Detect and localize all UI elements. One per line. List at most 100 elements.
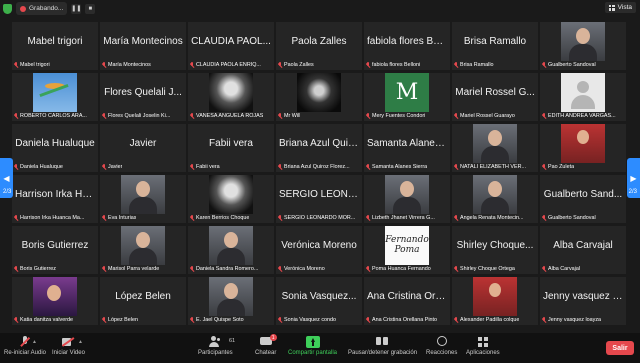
muted-mic-icon — [278, 62, 282, 68]
reactions-label: Reacciones — [426, 350, 458, 356]
participant-tile[interactable]: EDITH ANDREA VARGAS... — [540, 73, 626, 121]
participant-photo — [209, 226, 253, 265]
muted-mic-icon — [366, 215, 370, 221]
participant-tile[interactable]: Brisa Ramallo Brisa Ramallo — [452, 22, 538, 70]
participant-tile[interactable]: Jenny vasquez l... Jenny vasquez loayza — [540, 277, 626, 325]
leave-button[interactable]: Salir — [606, 341, 634, 355]
participant-tile[interactable]: Mabel trigori Mabel trigori — [12, 22, 98, 70]
muted-mic-icon — [102, 62, 106, 68]
participant-name-label: Eva Inturias — [102, 215, 136, 221]
participant-name-label: Verónica Moreno — [278, 266, 325, 272]
participant-tile[interactable]: Karen Berrios Choque — [188, 175, 274, 223]
participant-tile[interactable]: Briana Azul Quir... Briana Azul Quiroz Fl… — [276, 124, 362, 172]
muted-mic-icon — [190, 62, 194, 68]
apps-button[interactable]: Aplicaciones — [466, 336, 500, 356]
view-button[interactable]: Vista — [604, 2, 636, 13]
participant-tile[interactable]: Gualberto Sand... Gualberto Sandoval — [540, 175, 626, 223]
participant-tile[interactable]: SERGIO LEONA... SERGIO LEONARDO MOR... — [276, 175, 362, 223]
pause-stop-recording-label: Pausar/detener grabación — [348, 350, 418, 356]
reactions-button[interactable]: Reacciones — [426, 336, 457, 356]
participant-tile[interactable]: Verónica Moreno Verónica Moreno — [276, 226, 362, 274]
participant-tile[interactable]: fabiola flores Be... fabiola flores Bello… — [364, 22, 450, 70]
participant-tile[interactable]: Sonia Vasquez... Sonia Vasquez condo — [276, 277, 362, 325]
audio-options-caret-icon[interactable]: ▲ — [32, 339, 37, 345]
participant-tile[interactable]: Lizbeth Jhanet Virrera G... — [364, 175, 450, 223]
participant-name-text: Harrison Irka Huanca Ma... — [20, 215, 85, 221]
gallery-grid: Mabel trigori Mabel trigori María Montecin… — [12, 22, 626, 325]
participant-name-text: Briana Azul Quiroz Florez... — [284, 164, 350, 170]
participant-name-label: Shirley Choque Ortega — [454, 266, 515, 272]
security-shield-icon[interactable] — [3, 3, 12, 14]
participant-tile[interactable]: ROBERTO CARLOS ARA... — [12, 73, 98, 121]
participant-name-text: CLAUDIA PAOLA ENRIQ... — [196, 62, 261, 68]
chat-badge: 1 — [269, 334, 277, 341]
muted-mic-icon — [454, 113, 458, 119]
participant-tile[interactable]: Eva Inturias — [100, 175, 186, 223]
participant-tile[interactable]: Fernando Poma Poma Huanca Fernando — [364, 226, 450, 274]
participant-tile[interactable]: Shirley Choque... Shirley Choque Ortega — [452, 226, 538, 274]
muted-mic-icon — [542, 113, 546, 119]
participant-tile[interactable]: Pao Zuleta — [540, 124, 626, 172]
participant-photo — [209, 175, 253, 214]
participant-tile[interactable]: Harrison Irka Hu... Harrison Irka Huanca … — [12, 175, 98, 223]
muted-mic-icon — [542, 266, 546, 272]
participant-name-text: María Montecinos — [108, 62, 151, 68]
participant-tile[interactable]: Gualberto Sandoval — [540, 22, 626, 70]
muted-mic-icon — [366, 62, 370, 68]
participant-display-name: Alba Carvajal — [553, 240, 613, 251]
participant-photo — [473, 277, 517, 316]
participant-name-text: Eva Inturias — [108, 215, 137, 221]
participant-tile[interactable]: Mr Will — [276, 73, 362, 121]
participant-tile[interactable]: Katia danitza valverde — [12, 277, 98, 325]
participant-tile[interactable]: Javier Javier — [100, 124, 186, 172]
participant-tile[interactable]: Marisol Parra velarde — [100, 226, 186, 274]
chevron-right-icon: ▶ — [630, 173, 637, 183]
participant-photo — [121, 175, 165, 214]
participant-display-name: Samanta Alanes... — [367, 138, 449, 149]
muted-mic-icon — [278, 215, 282, 221]
participant-tile[interactable]: Samanta Alanes... Samanta Alanes Sierra — [364, 124, 450, 172]
participant-tile[interactable]: VANESA ANGUELA ROJAS — [188, 73, 274, 121]
participant-display-name: Sonia Vasquez... — [281, 291, 357, 302]
participant-photo — [561, 22, 605, 61]
participant-tile[interactable]: Boris Gutierrez Boris Gutierrez — [12, 226, 98, 274]
participants-button[interactable]: Participantes — [198, 336, 233, 356]
muted-mic-icon — [190, 215, 194, 221]
participant-display-name: Fabii vera — [209, 138, 253, 149]
chat-button[interactable]: 1 Chatear — [255, 334, 277, 356]
participant-tile[interactable]: NATALI ELIZABETH VER... — [452, 124, 538, 172]
participant-tile[interactable]: Alexander Padilla colque — [452, 277, 538, 325]
participant-tile[interactable]: Daniela Hualuque Daniela Hualuque — [12, 124, 98, 172]
participant-tile[interactable]: Alba Carvajal Alba Carvajal — [540, 226, 626, 274]
participant-photo — [473, 124, 517, 163]
stop-recording-button[interactable]: ■ — [85, 3, 96, 14]
recording-indicator: Grabando... — [16, 2, 68, 15]
participant-tile[interactable]: Flores Quelali J... Flores Quelali Joseli… — [100, 73, 186, 121]
participant-tile[interactable]: Angela Renata Montecin... — [452, 175, 538, 223]
participant-name-label: Samanta Alanes Sierra — [366, 164, 427, 170]
participant-name-text: VANESA ANGUELA ROJAS — [196, 113, 264, 119]
participant-tile[interactable]: María Montecinos María Montecinos — [100, 22, 186, 70]
participant-tile[interactable]: M Mery Fuentes Condori — [364, 73, 450, 121]
participant-tile[interactable]: Fabii vera Fabii vera — [188, 124, 274, 172]
participant-photo: M — [385, 73, 429, 112]
share-screen-button[interactable]: Compartir pantalla — [288, 336, 337, 356]
participant-tile[interactable]: CLAUDIA PAOL... CLAUDIA PAOLA ENRIQ... — [188, 22, 274, 70]
participant-tile[interactable]: Paola Zalles Paola Zalles — [276, 22, 362, 70]
participant-name-text: Lizbeth Jhanet Virrera G... — [372, 215, 435, 221]
unmute-button[interactable]: Re-iniciar Audio — [4, 336, 46, 356]
start-video-label: Iniciar Video — [52, 350, 85, 356]
participant-name-text: Brisa Ramallo — [460, 62, 494, 68]
participant-tile[interactable]: López Belen López Belen — [100, 277, 186, 325]
participant-tile[interactable]: E. Jael Quispe Soto — [188, 277, 274, 325]
participant-name-text: Mariel Rossel Guarayo — [460, 113, 515, 119]
pause-recording-button[interactable]: ❚❚ — [71, 3, 81, 14]
participant-name-text: E. Jael Quispe Soto — [196, 317, 244, 323]
pause-stop-recording-button[interactable]: Pausar/detener grabación — [348, 336, 417, 356]
participant-name-label: Katia danitza valverde — [14, 317, 73, 323]
video-options-caret-icon[interactable]: ▲ — [78, 339, 83, 345]
participant-tile[interactable]: Daniela Sandra Romero... — [188, 226, 274, 274]
participant-tile[interactable]: Ana Cristina Ore... Ana Cristina Orellana… — [364, 277, 450, 325]
participant-tile[interactable]: Mariel Rossel G... Mariel Rossel Guarayo — [452, 73, 538, 121]
participant-name-label: Sonia Vasquez condo — [278, 317, 336, 323]
